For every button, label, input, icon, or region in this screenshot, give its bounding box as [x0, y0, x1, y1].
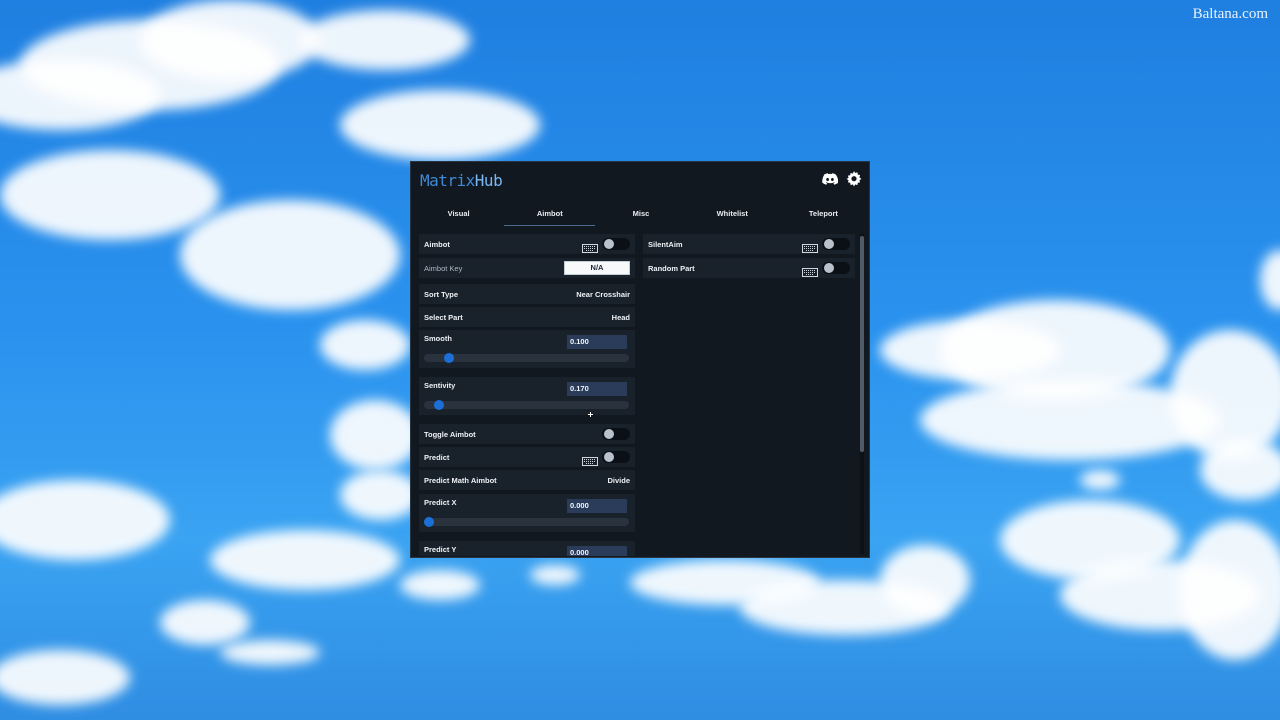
random-part-label: Random Part — [648, 263, 695, 273]
gear-icon[interactable] — [845, 170, 863, 188]
app-title: MatrixHub — [420, 171, 503, 190]
silent-aim-toggle[interactable] — [822, 238, 850, 250]
title-hub: Hub — [474, 171, 503, 190]
keyboard-icon[interactable] — [802, 240, 818, 253]
predict-label: Predict — [424, 452, 450, 462]
predict-math-label: Predict Math Aimbot — [424, 475, 497, 485]
tab-misc[interactable]: Misc — [595, 204, 686, 226]
tab-teleport[interactable]: Teleport — [778, 204, 869, 226]
slider-thumb[interactable] — [424, 517, 434, 527]
aimbot-key-label: Aimbot Key — [424, 263, 463, 273]
discord-icon[interactable] — [821, 170, 839, 188]
random-part-row: Random Part — [643, 258, 855, 278]
toggle-knob — [604, 429, 614, 439]
aimbot-key-button[interactable]: N/A — [564, 261, 630, 275]
aimbot-row: Aimbot — [419, 234, 635, 254]
toggle-aimbot-toggle[interactable] — [602, 428, 630, 440]
keyboard-icon[interactable] — [582, 453, 598, 466]
keyboard-icon[interactable] — [802, 264, 818, 277]
predict-math-row[interactable]: Predict Math Aimbot Divide — [419, 470, 635, 490]
toggle-knob — [604, 452, 614, 462]
predict-x-row: Predict X 0.000 — [419, 494, 635, 532]
sort-type-value[interactable]: Near Crosshair — [576, 290, 630, 299]
predict-row: Predict — [419, 447, 635, 467]
aimbot-key-row: Aimbot Key N/A — [419, 258, 635, 278]
toggle-knob — [604, 239, 614, 249]
mouse-cursor-icon — [588, 412, 593, 417]
predict-math-value[interactable]: Divide — [607, 476, 630, 485]
predict-y-value-input[interactable]: 0.000 — [567, 546, 627, 556]
toggle-aimbot-row: Toggle Aimbot — [419, 424, 635, 444]
title-matrix: Matrix — [420, 171, 475, 190]
scrollbar-thumb[interactable] — [860, 236, 864, 452]
aimbot-toggle[interactable] — [602, 238, 630, 250]
toggle-aimbot-label: Toggle Aimbot — [424, 429, 476, 439]
matrixhub-window: MatrixHub Visual Aimbot Misc Whitelist T… — [410, 161, 870, 558]
aimbot-label: Aimbot — [424, 239, 450, 249]
predict-x-value-input[interactable]: 0.000 — [567, 499, 627, 513]
silent-aim-row: SilentAim — [643, 234, 855, 254]
keyboard-icon[interactable] — [582, 240, 598, 253]
sort-type-label: Sort Type — [424, 289, 459, 299]
sentivity-value-input[interactable]: 0.170 — [567, 382, 627, 396]
sentivity-slider[interactable] — [424, 400, 629, 410]
slider-thumb[interactable] — [433, 400, 444, 410]
select-part-value[interactable]: Head — [612, 313, 630, 322]
aimbot-settings-column: Aimbot Aimbot Key N/A Sort Type Near Cro… — [419, 234, 635, 556]
sort-type-row[interactable]: Sort Type Near Crosshair — [419, 284, 635, 304]
random-part-toggle[interactable] — [822, 262, 850, 274]
toggle-knob — [824, 263, 834, 273]
scrollbar[interactable] — [860, 234, 864, 554]
sentivity-row: Sentivity 0.170 — [419, 377, 635, 415]
predict-toggle[interactable] — [602, 451, 630, 463]
smooth-value-input[interactable]: 0.100 — [567, 335, 627, 349]
select-part-label: Select Part — [424, 312, 463, 322]
tab-whitelist[interactable]: Whitelist — [687, 204, 778, 226]
slider-thumb[interactable] — [443, 353, 454, 363]
tab-visual[interactable]: Visual — [413, 204, 504, 226]
select-part-row[interactable]: Select Part Head — [419, 307, 635, 327]
predict-y-row: Predict Y 0.000 — [419, 541, 635, 556]
smooth-row: Smooth 0.100 — [419, 330, 635, 368]
tab-bar: Visual Aimbot Misc Whitelist Teleport — [413, 204, 869, 226]
toggle-knob — [824, 239, 834, 249]
predict-x-slider[interactable] — [424, 517, 629, 527]
smooth-slider[interactable] — [424, 353, 629, 363]
tab-aimbot[interactable]: Aimbot — [504, 204, 596, 226]
silent-aim-label: SilentAim — [648, 239, 683, 249]
watermark: Baltana.com — [1192, 6, 1268, 22]
